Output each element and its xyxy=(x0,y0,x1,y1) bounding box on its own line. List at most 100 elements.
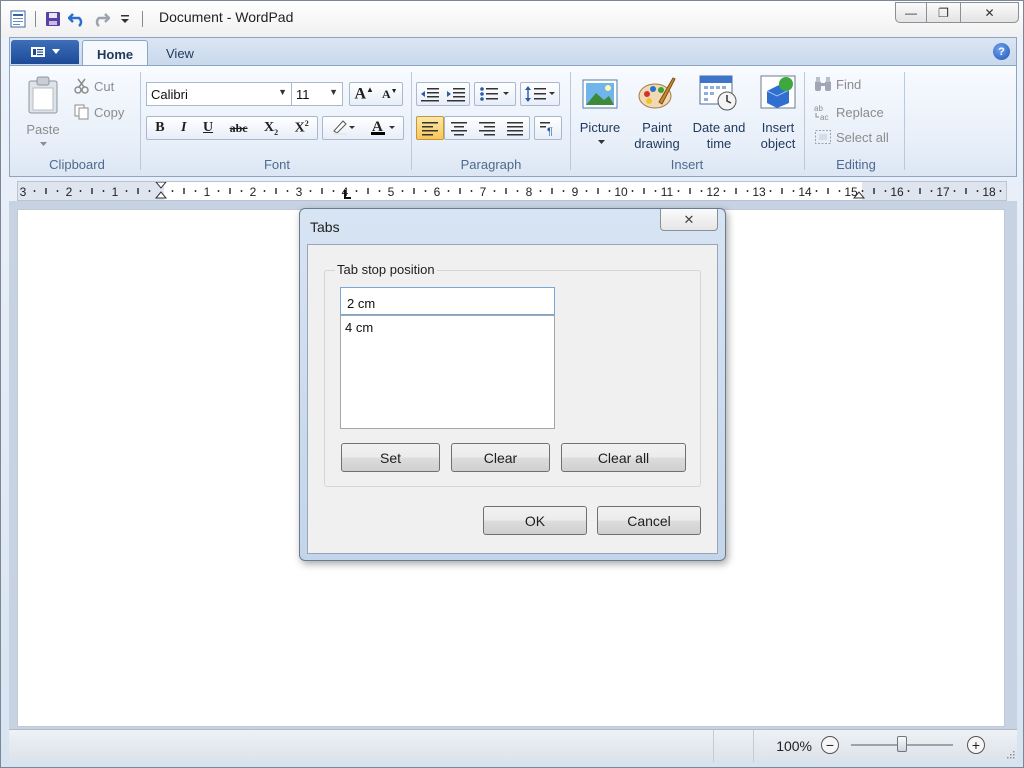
tab-stop-groupbox: Tab stop position 4 cm Set Clear Clear a… xyxy=(324,262,701,487)
decrease-indent-icon[interactable] xyxy=(420,86,440,102)
save-icon[interactable] xyxy=(44,10,62,28)
font-size-combo[interactable]: 11 ▼ xyxy=(291,82,343,106)
set-button[interactable]: Set xyxy=(341,443,440,472)
ruler-tick xyxy=(91,188,93,194)
align-left-button[interactable] xyxy=(416,116,444,140)
replace-button[interactable]: ab ac Replace xyxy=(814,103,884,121)
chevron-down-icon xyxy=(52,49,60,54)
tab-stop-input[interactable] xyxy=(340,287,555,315)
restore-button[interactable]: ❐ xyxy=(927,2,961,23)
find-button[interactable]: Find xyxy=(814,76,861,92)
ruler[interactable]: 3 2 1 1 2 3 4 5 6 7 8 9 10 11 12 13 14 15 16 17 18 xyxy=(17,181,1007,201)
font-family-combo[interactable]: Calibri ▼ xyxy=(146,82,292,106)
ruler-tick-label: 18 xyxy=(982,185,996,199)
grow-shrink-font-buttons: A▲ A▼ xyxy=(349,82,403,106)
list-item[interactable]: 4 cm xyxy=(341,316,554,335)
ruler-tick xyxy=(585,190,588,192)
align-center-icon[interactable] xyxy=(450,120,468,136)
customize-qat-icon[interactable] xyxy=(116,10,134,28)
ruler-tick xyxy=(309,190,312,192)
shrink-font-icon[interactable]: A▼ xyxy=(382,87,398,102)
insert-object-button[interactable]: Insert object xyxy=(754,70,802,151)
ruler-tick xyxy=(286,190,289,192)
svg-text:¶: ¶ xyxy=(547,126,553,136)
ruler-tick xyxy=(815,190,818,192)
undo-icon[interactable] xyxy=(68,10,86,28)
ruler-tick-label: 3 xyxy=(20,185,27,199)
ruler-tick xyxy=(171,190,174,192)
indent-marker[interactable] xyxy=(154,182,168,199)
copy-button[interactable]: Copy xyxy=(74,104,124,120)
underline-icon[interactable]: U xyxy=(203,120,213,136)
ruler-tick xyxy=(735,188,737,194)
zoom-slider-thumb[interactable] xyxy=(897,736,907,752)
help-icon[interactable]: ? xyxy=(993,43,1010,60)
clear-button[interactable]: Clear xyxy=(451,443,550,472)
qat-separator xyxy=(142,11,143,27)
application-menu-button[interactable] xyxy=(11,40,79,64)
paragraph-settings-button[interactable]: ¶ xyxy=(534,116,562,140)
italic-icon[interactable]: I xyxy=(181,120,186,136)
zoom-out-button[interactable]: − xyxy=(821,736,839,754)
tab-view[interactable]: View xyxy=(152,40,208,66)
ruler-tick-label: 11 xyxy=(661,185,674,199)
strikethrough-icon[interactable]: abc xyxy=(230,121,248,136)
zoom-in-button[interactable]: + xyxy=(967,736,985,754)
quick-access-toolbar xyxy=(9,8,145,30)
qat-separator xyxy=(35,11,36,27)
bullet-list-button[interactable] xyxy=(474,82,516,106)
ruler-tick xyxy=(965,188,967,194)
ruler-tick xyxy=(516,190,519,192)
align-left-icon xyxy=(422,122,438,136)
ruler-tick xyxy=(539,190,542,192)
tab-stop-list[interactable]: 4 cm xyxy=(340,315,555,429)
cut-button[interactable]: Cut xyxy=(74,78,114,94)
ruler-tick xyxy=(769,190,772,192)
select-all-button[interactable]: Select all xyxy=(814,129,889,145)
cut-label: Cut xyxy=(94,78,115,94)
font-style-buttons: B I U abc X2 X2 xyxy=(146,116,318,140)
ruler-tick xyxy=(493,190,496,192)
text-color-icon[interactable]: A xyxy=(370,118,396,139)
font-family-value: Calibri xyxy=(151,87,188,102)
align-right-icon[interactable] xyxy=(478,120,496,136)
subscript-icon[interactable]: X2 xyxy=(264,120,278,137)
picture-button[interactable]: Picture xyxy=(574,70,626,150)
ok-button[interactable]: OK xyxy=(483,506,587,535)
bold-icon[interactable]: B xyxy=(155,120,164,136)
chevron-down-icon: ▼ xyxy=(329,87,338,97)
wordpad-app-icon[interactable] xyxy=(9,10,27,28)
paste-label: Paste xyxy=(26,122,60,137)
ruler-tick-label: 12 xyxy=(706,185,720,199)
paragraph-group: ¶ Paragraph xyxy=(414,70,568,174)
highlight-color-icon[interactable] xyxy=(331,118,355,139)
ruler-tick-label: 7 xyxy=(480,185,487,199)
ruler-tick-label: 3 xyxy=(296,185,303,199)
font-size-value: 11 xyxy=(296,87,310,102)
zoom-level[interactable]: 100% xyxy=(776,738,812,754)
cancel-button[interactable]: Cancel xyxy=(597,506,701,535)
superscript-icon[interactable]: X2 xyxy=(295,119,309,137)
minimize-button[interactable]: — xyxy=(895,2,927,23)
clear-all-button[interactable]: Clear all xyxy=(561,443,686,472)
resize-grip-icon[interactable] xyxy=(1005,749,1015,759)
paste-button[interactable]: Paste xyxy=(22,74,64,150)
justify-icon[interactable] xyxy=(506,120,524,136)
ruler-tick xyxy=(631,190,634,192)
status-divider xyxy=(753,730,754,762)
paint-drawing-button[interactable]: Paint drawing xyxy=(630,70,684,151)
close-button[interactable]: ✕ xyxy=(961,2,1019,23)
tab-home[interactable]: Home xyxy=(82,40,149,66)
line-spacing-button[interactable] xyxy=(520,82,560,106)
ruler-tick-label: 16 xyxy=(890,185,904,199)
date-time-button[interactable]: Date and time xyxy=(688,70,750,151)
redo-icon[interactable] xyxy=(92,10,110,28)
group-separator xyxy=(570,72,571,170)
close-icon: ✕ xyxy=(984,5,995,20)
editing-group: Find ab ac Replace Select all Editing xyxy=(808,70,904,174)
grow-font-icon[interactable]: A▲ xyxy=(354,85,373,103)
date-time-label-line1: Date and xyxy=(692,120,746,135)
restore-icon: ❐ xyxy=(938,5,949,20)
increase-indent-icon[interactable] xyxy=(446,86,466,102)
dialog-close-button[interactable]: ✕ xyxy=(660,209,718,231)
